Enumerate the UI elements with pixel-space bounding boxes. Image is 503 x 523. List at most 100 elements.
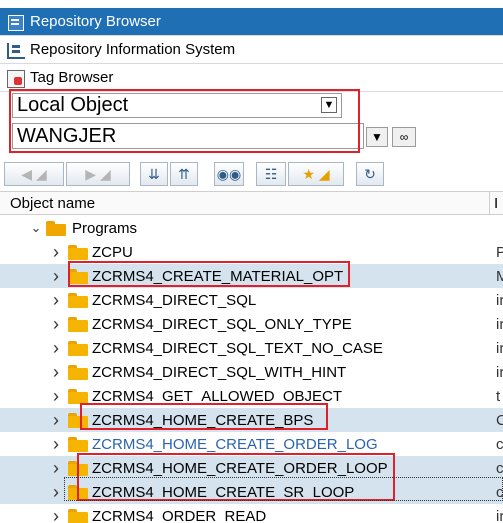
tree-item-label: ZCRMS4_GET_ALLOWED_OBJECT <box>92 387 343 405</box>
tree-item[interactable]: › ZCRMS4_DIRECT_SQL ir <box>0 288 503 312</box>
tree-root-programs[interactable]: ⌄ Programs <box>0 216 503 240</box>
repository-icon <box>6 13 24 31</box>
tree-item-label: ZCRMS4_HOME_CREATE_SR_LOOP <box>92 483 355 501</box>
chevron-right-icon[interactable]: › <box>50 242 62 263</box>
expand-button[interactable]: ⇈ <box>170 162 198 186</box>
column-header: Object name I <box>0 191 503 215</box>
user-name-field[interactable]: WANGJER <box>12 123 364 149</box>
hierarchy-icon <box>6 41 25 59</box>
chevron-right-icon[interactable]: › <box>50 434 62 455</box>
tree-item[interactable]: › ZCRMS4_CREATE_MATERIAL_OPT M <box>0 264 503 288</box>
folder-icon <box>68 293 88 308</box>
nav-repository-info-system-label: Repository Information System <box>30 41 236 58</box>
display-button[interactable]: ∞ <box>392 127 416 147</box>
tree-item-description: ir <box>496 339 503 357</box>
tree-item[interactable]: › ZCRMS4_ORDER_READ ir <box>0 504 503 523</box>
chevron-right-icon[interactable]: › <box>50 266 62 287</box>
tree-item[interactable]: › ZCRMS4_DIRECT_SQL_ONLY_TYPE ir <box>0 312 503 336</box>
chevron-right-icon[interactable]: › <box>50 338 62 359</box>
nav-tag-browser[interactable]: Tag Browser <box>0 64 503 92</box>
folder-icon <box>68 245 88 260</box>
tree-item[interactable]: › ZCRMS4_HOME_CREATE_ORDER_LOOP c <box>0 456 503 480</box>
column-second[interactable]: I <box>490 195 498 212</box>
favorites-button[interactable]: ★ ◢ <box>288 162 344 186</box>
tree-item[interactable]: › ZCRMS4_HOME_CREATE_SR_LOOP c <box>0 480 503 504</box>
folder-icon <box>68 317 88 332</box>
nav-repository-browser-label: Repository Browser <box>30 13 161 30</box>
chevron-right-icon[interactable]: › <box>50 482 62 503</box>
tree-item-description: M <box>496 267 503 285</box>
column-object-name[interactable]: Object name <box>0 192 490 214</box>
refresh-button[interactable]: ↻ <box>356 162 384 186</box>
arrow-right-icon: ▶ ◢ <box>85 165 111 182</box>
tree-item-label: ZCRMS4_HOME_CREATE_BPS <box>92 411 314 429</box>
glasses-icon: ∞ <box>399 130 409 144</box>
chevron-down-icon[interactable]: ⌄ <box>30 220 42 236</box>
tree-item-label: ZCRMS4_DIRECT_SQL_ONLY_TYPE <box>92 315 352 333</box>
chevrons-up-icon: ⇈ <box>178 165 190 182</box>
refresh-icon: ↻ <box>364 165 376 182</box>
tree-root-label: Programs <box>72 219 138 237</box>
folder-icon <box>68 461 88 476</box>
tree-item-label: ZCRMS4_ORDER_READ <box>92 507 267 523</box>
arrow-left-icon: ◀ ◢ <box>21 165 47 182</box>
tree-item-description: ir <box>496 507 503 523</box>
folder-icon <box>68 413 88 428</box>
folder-icon <box>68 269 88 284</box>
tree-item[interactable]: › ZCRMS4_DIRECT_SQL_WITH_HINT ir <box>0 360 503 384</box>
chevron-right-icon[interactable]: › <box>50 458 62 479</box>
object-type-value: Local Object <box>17 94 129 116</box>
collapse-button[interactable]: ⇊ <box>140 162 168 186</box>
tree-item-label: ZCRMS4_DIRECT_SQL_TEXT_NO_CASE <box>92 339 383 357</box>
chevron-right-icon[interactable]: › <box>50 290 62 311</box>
tree-item[interactable]: › ZCRMS4_HOME_CREATE_ORDER_LOG c <box>0 432 503 456</box>
chevron-right-icon[interactable]: › <box>50 362 62 383</box>
tree-item-description: ir <box>496 363 503 381</box>
tree-item-label: ZCRMS4_DIRECT_SQL_WITH_HINT <box>92 363 347 381</box>
chevron-right-icon[interactable]: › <box>50 506 62 523</box>
tree-item-description: ir <box>496 315 503 333</box>
tree-item[interactable]: › ZCRMS4_HOME_CREATE_BPS C <box>0 408 503 432</box>
back-button[interactable]: ◀ ◢ <box>4 162 64 186</box>
nav-repository-info-system[interactable]: Repository Information System <box>0 36 503 64</box>
user-dropdown-button[interactable]: ▼ <box>366 127 388 147</box>
tree-item[interactable]: › ZCRMS4_DIRECT_SQL_TEXT_NO_CASE ir <box>0 336 503 360</box>
hierarchy-button[interactable]: ☷ <box>256 162 286 186</box>
tree-item-label: ZCRMS4_CREATE_MATERIAL_OPT <box>92 267 344 285</box>
chevron-right-icon[interactable]: › <box>50 386 62 407</box>
hierarchy-icon: ☷ <box>264 165 278 182</box>
tree-item-description: C <box>496 411 503 429</box>
tree-item-description: c <box>496 435 503 453</box>
tag-icon <box>6 69 25 88</box>
folder-icon <box>68 341 88 356</box>
chevron-down-icon: ▼ <box>371 130 383 144</box>
tree-item[interactable]: › ZCPU P <box>0 240 503 264</box>
chevron-down-icon[interactable]: ▼ <box>321 97 337 113</box>
nav-tag-browser-label: Tag Browser <box>30 69 114 86</box>
tree-item-description: P <box>496 243 503 261</box>
find-button[interactable]: ◉◉ <box>214 162 244 186</box>
folder-icon <box>68 509 88 523</box>
tree-item-label: ZCRMS4_DIRECT_SQL <box>92 291 257 309</box>
folder-icon <box>68 389 88 404</box>
folder-icon <box>68 365 88 380</box>
nav-repository-browser[interactable]: Repository Browser <box>0 8 503 36</box>
tree-item-description: t <box>496 387 501 405</box>
chevron-right-icon[interactable]: › <box>50 410 62 431</box>
tree-item-description: c <box>496 459 503 477</box>
star-icon: ★ ◢ <box>302 165 330 182</box>
tree-item-label: ZCPU <box>92 243 133 261</box>
tree-item-label: ZCRMS4_HOME_CREATE_ORDER_LOG <box>92 435 378 453</box>
tree-item[interactable]: › ZCRMS4_GET_ALLOWED_OBJECT t <box>0 384 503 408</box>
tree-item-description: c <box>496 483 503 501</box>
tree-item-description: ir <box>496 291 503 309</box>
folder-icon <box>68 485 88 500</box>
folder-open-icon <box>46 221 66 236</box>
user-name-value: WANGJER <box>17 124 117 147</box>
chevrons-down-icon: ⇊ <box>148 165 160 182</box>
object-type-dropdown[interactable]: Local Object ▼ <box>12 93 342 118</box>
folder-icon <box>68 437 88 452</box>
tree-item-label: ZCRMS4_HOME_CREATE_ORDER_LOOP <box>92 459 388 477</box>
forward-button[interactable]: ▶ ◢ <box>66 162 130 186</box>
chevron-right-icon[interactable]: › <box>50 314 62 335</box>
